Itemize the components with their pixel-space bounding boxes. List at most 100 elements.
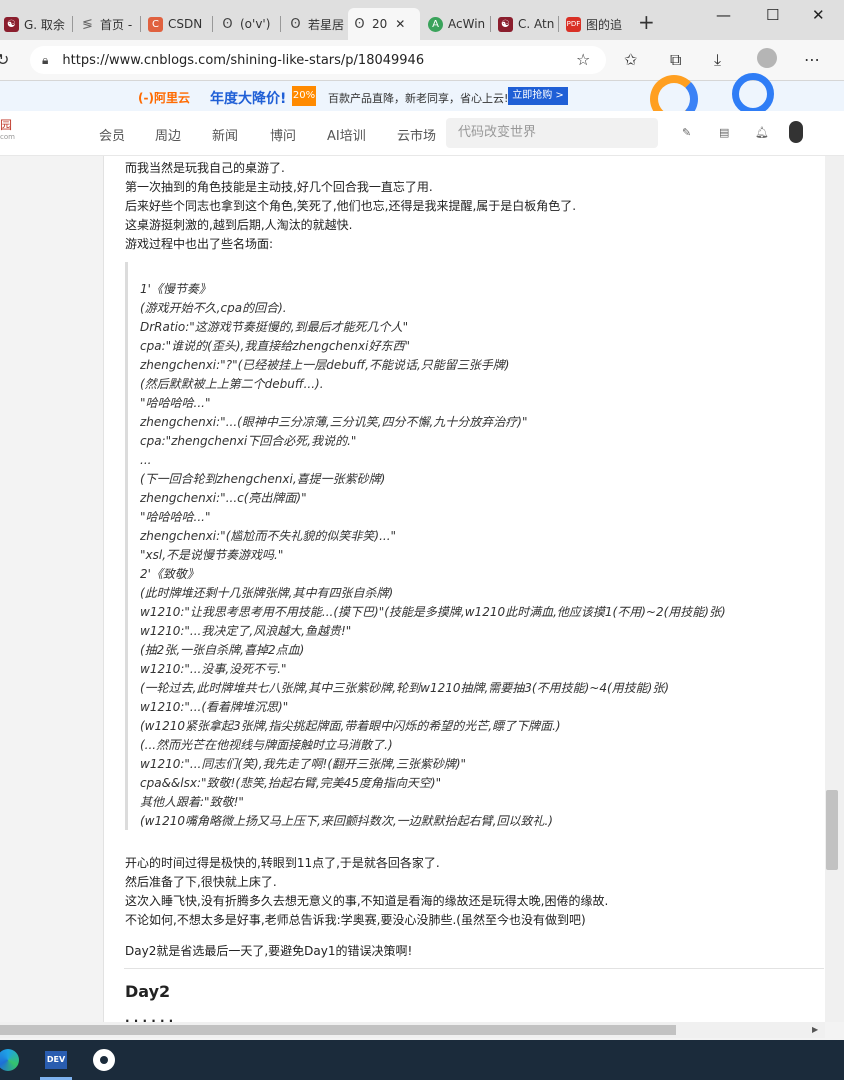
browser-tab-1[interactable]: ☯ G. 取余 bbox=[0, 8, 72, 40]
nav-link-cloud-market[interactable]: 云市场 bbox=[397, 125, 436, 144]
cnblogs-icon: ☯ bbox=[4, 16, 19, 32]
quote-line: w1210:"...同志们(笑),我先走了啊!(翻开三张牌,三张紫砂牌)" bbox=[140, 757, 467, 771]
site-icon: ʘ bbox=[222, 16, 233, 32]
browser-tab-5[interactable]: ʘ 若星居 bbox=[284, 8, 346, 40]
close-window-icon[interactable]: ✕ bbox=[812, 6, 825, 24]
quote-line: (w1210嘴角略微上扬又马上压下,来回颤抖数次,一边默默抬起右臂,回以致礼.) bbox=[140, 814, 553, 828]
quote-line: "哈哈哈哈..." bbox=[140, 396, 211, 410]
browser-tab-7[interactable]: A AcWin bbox=[424, 8, 490, 40]
lock-icon: 🔒︎ bbox=[42, 52, 49, 67]
quote-line: 2'《致敬》 bbox=[140, 567, 199, 581]
favorites-icon[interactable]: ✩ bbox=[624, 50, 637, 69]
quote-line: (此时牌堆还剩十几张牌张牌,其中有四张自杀牌) bbox=[140, 586, 394, 600]
quote-line: (然后默默被上上第二个debuff...). bbox=[140, 377, 324, 391]
browser-tab-8[interactable]: ☯ C. Atn bbox=[494, 8, 558, 40]
quote-line: zhengchenxi:"...(眼神中三分凉薄,三分讥笑,四分不懈,九十分放弃… bbox=[140, 415, 528, 429]
nav-link-ai-training[interactable]: AI培训 bbox=[327, 125, 366, 144]
quote-line: (...然而光芒在他视线与牌面接触时立马消散了.) bbox=[140, 738, 393, 752]
edge-taskbar-icon[interactable] bbox=[0, 1046, 22, 1074]
browser-toolbar: ↻ 🔒︎ https://www.cnblogs.com/shining-lik… bbox=[0, 40, 844, 81]
acwing-icon: A bbox=[428, 16, 443, 32]
quote-line: "xsl,不是说慢节奏游戏吗." bbox=[140, 548, 284, 562]
tab-label: 20 bbox=[372, 17, 388, 31]
tab-divider bbox=[490, 16, 491, 32]
text-line: 这桌游挺刺激的,越到后期,人淘汰的就越快. bbox=[125, 218, 353, 232]
vertical-scrollbar-thumb[interactable] bbox=[826, 790, 838, 870]
quote-line: 1'《慢节奏》 bbox=[140, 282, 211, 296]
nav-link-merch[interactable]: 周边 bbox=[155, 125, 181, 144]
site-icon: ʘ bbox=[290, 16, 301, 32]
banner-discount-badge: 20% bbox=[292, 86, 316, 106]
horizontal-scrollbar-thumb[interactable] bbox=[0, 1025, 676, 1035]
tab-label: AcWin bbox=[448, 17, 486, 31]
vertical-scrollbar[interactable] bbox=[825, 156, 844, 1022]
url-text: https://www.cnblogs.com/shining-like-sta… bbox=[62, 52, 425, 68]
tab-divider bbox=[558, 16, 559, 32]
csdn-icon: C bbox=[148, 16, 163, 32]
text-line: 这次入睡飞快,没有折腾多久去想无意义的事,不知道是看海的缘故还是玩得太晚,困倦的… bbox=[125, 894, 609, 908]
quote-line: w1210:"...我决定了,风浪越大,鱼越贵!" bbox=[140, 624, 352, 638]
quote-line: "哈哈哈哈..." bbox=[140, 510, 211, 524]
browser-tab-2[interactable]: ≶ 首页 - bbox=[76, 8, 140, 40]
browser-tab-4[interactable]: ʘ (o'v') bbox=[216, 8, 280, 40]
text-line: 不论如何,不想太多是好事,老师总告诉我:学奥赛,要没心没肺些.(虽然至今也没有做… bbox=[125, 913, 586, 927]
site-logo[interactable]: 园 com bbox=[0, 119, 15, 143]
article-body: 而我当然是玩我自己的桌游了. 第一次抽到的角色技能是主动技,好几个回合我一直忘了… bbox=[103, 156, 826, 1022]
refresh-icon[interactable]: ↻ bbox=[0, 50, 9, 69]
cut-off-text: · · · · · · bbox=[125, 1014, 174, 1022]
banner-buy-button[interactable]: 立即抢购 > bbox=[508, 87, 568, 105]
text-line: 后来好些个同志也拿到这个角色,笑死了,他们也忘,还得是我来提醒,属于是白板角色了… bbox=[125, 199, 577, 213]
quote-line: ... bbox=[140, 453, 152, 467]
site-icon: ʘ bbox=[354, 16, 365, 32]
user-avatar[interactable] bbox=[789, 121, 803, 143]
quote-line: zhengchenxi:"?"(已经被挂上一层debuff,不能说话,只能留三张… bbox=[140, 358, 510, 372]
nav-link-qa[interactable]: 博问 bbox=[270, 125, 296, 144]
windows-taskbar: DEV bbox=[0, 1040, 844, 1080]
collections-icon[interactable]: ⧉ bbox=[670, 50, 681, 70]
minimize-icon[interactable]: — bbox=[716, 6, 731, 24]
address-bar[interactable]: 🔒︎ https://www.cnblogs.com/shining-like-… bbox=[30, 46, 606, 74]
outro-paragraph: 开心的时间过得是极快的,转眼到11点了,于是就各回各家了. 然后准备了下,很快就… bbox=[125, 854, 608, 930]
quote-line: cpa:"zhengchenxi下回合必死,我说的." bbox=[140, 434, 357, 448]
eye-app-taskbar-icon[interactable] bbox=[90, 1046, 118, 1074]
banner-slogan: 百款产品直降，新老同享，省心上云! bbox=[328, 92, 509, 105]
tab-label: CSDN bbox=[168, 17, 203, 31]
scroll-right-arrow-icon[interactable]: ▶ bbox=[812, 1025, 818, 1034]
browser-tab-active[interactable]: ʘ 20 ✕ bbox=[348, 8, 420, 40]
more-menu-icon[interactable]: ⋯ bbox=[804, 50, 820, 69]
quote-line: cpa:"谁说的(歪头),我直接给zhengchenxi好东西" bbox=[140, 339, 410, 353]
quote-line: w1210:"...没事,没死不亏." bbox=[140, 662, 287, 676]
maximize-icon[interactable]: ☐ bbox=[766, 6, 779, 24]
intro-paragraph: 而我当然是玩我自己的桌游了. 第一次抽到的角色技能是主动技,好几个回合我一直忘了… bbox=[125, 159, 576, 254]
nav-link-news[interactable]: 新闻 bbox=[212, 125, 238, 144]
tab-label: G. 取余 bbox=[24, 17, 65, 32]
quote-line: DrRatio:"这游戏节奏挺慢的,到最后才能死几个人" bbox=[140, 320, 409, 334]
text-line: 第一次抽到的角色技能是主动技,好几个回合我一直忘了用. bbox=[125, 180, 433, 194]
section-heading-day2: Day2 bbox=[125, 982, 171, 1001]
tab-label: C. Atn bbox=[518, 17, 555, 31]
ad-banner[interactable]: (-)阿里云 年度大降价! 20% 百款产品直降，新老同享，省心上云! 立即抢购… bbox=[0, 73, 844, 123]
devcpp-taskbar-icon[interactable]: DEV bbox=[42, 1046, 70, 1074]
vscode-icon: ≶ bbox=[82, 16, 93, 32]
quote-line: w1210:"让我思考思考用不用技能...(摸下巴)"(技能是多摸牌,w1210… bbox=[140, 605, 726, 619]
logo-text: 园 bbox=[0, 118, 13, 132]
edit-icon[interactable]: ✎ bbox=[682, 126, 691, 139]
profile-avatar-icon[interactable] bbox=[757, 48, 777, 68]
browser-tab-3[interactable]: C CSDN bbox=[144, 8, 212, 40]
quote-line: (游戏开始不久,cpa的回合). bbox=[140, 301, 287, 315]
add-favorite-icon[interactable]: ☆ bbox=[576, 50, 590, 69]
text-line: 而我当然是玩我自己的桌游了. bbox=[125, 161, 285, 175]
notification-bell-icon[interactable]: 🔔︎ bbox=[755, 126, 769, 139]
tab-divider bbox=[72, 16, 73, 32]
browser-tab-9[interactable]: PDF 图的追 bbox=[562, 8, 628, 40]
tab-divider bbox=[280, 16, 281, 32]
nav-link-member[interactable]: 会员 bbox=[99, 125, 125, 144]
new-tab-button[interactable]: + bbox=[638, 12, 655, 32]
site-search-input[interactable]: 代码改变世界 bbox=[446, 118, 658, 148]
browser-tab-strip: ☯ G. 取余 ≶ 首页 - C CSDN ʘ (o'v') ʘ 若星居 ʘ 2… bbox=[0, 0, 844, 40]
close-tab-icon[interactable]: ✕ bbox=[395, 17, 405, 31]
downloads-icon[interactable]: ⤓ bbox=[714, 50, 721, 70]
notes-icon[interactable]: ▤ bbox=[719, 126, 729, 139]
text-line: 开心的时间过得是极快的,转眼到11点了,于是就各回各家了. bbox=[125, 856, 440, 870]
logo-subtext: com bbox=[0, 133, 15, 141]
